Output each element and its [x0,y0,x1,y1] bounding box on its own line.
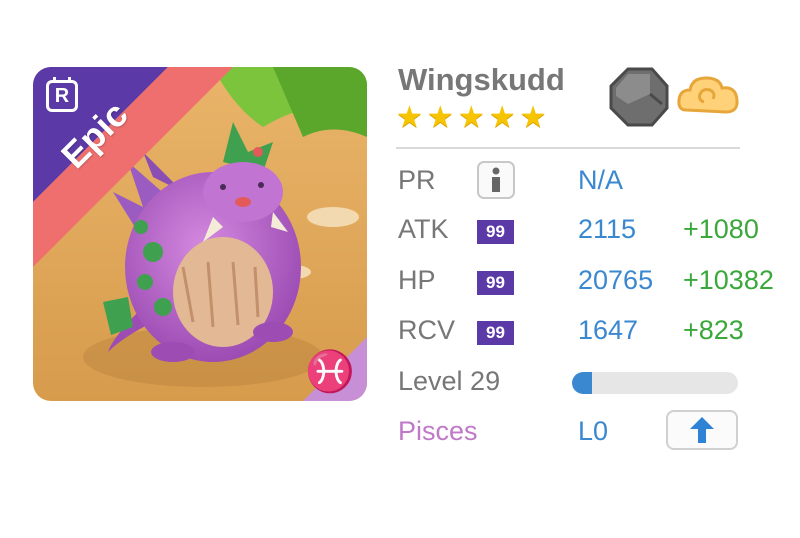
element-icons [608,66,740,128]
hp-label: HP [398,265,436,295]
atk-label: ATK [398,214,449,244]
rcv-label: RCV [398,315,456,345]
pisces-icon: ♓ [305,350,355,394]
level-label: Level 29 [398,366,501,396]
sign-level-value: L0 [578,416,609,446]
monster-portrait[interactable]: R Epic ♓ [33,67,367,401]
stat-row-pr: PR N/A [398,161,798,205]
cloud-swirl-icon [677,76,739,114]
info-button[interactable] [477,161,515,199]
exp-progress-fill [572,372,592,394]
rcv-plus-badge: 99 [477,321,514,345]
hp-bonus: +10382 [683,265,774,295]
stat-row-atk: ATK 99 2115 +1080 [398,214,798,254]
rank-badge: R [46,77,78,112]
info-icon [492,167,500,192]
rcv-value: 1647 [578,315,639,345]
atk-value: 2115 [578,214,637,244]
stat-row-rcv: RCV 99 1647 +823 [398,315,798,355]
monster-name: Wingskudd [398,62,565,97]
pr-label: PR [398,165,436,195]
star-icon: ★ [457,101,485,134]
star-icon: ★ [488,101,516,134]
star-icon: ★ [519,101,547,134]
exp-progress-bar [572,372,738,394]
pr-value: N/A [578,165,624,195]
stone-icon [609,67,669,127]
sign-row: Pisces L0 [398,410,798,456]
stat-row-hp: HP 99 20765 +10382 [398,265,798,305]
divider [396,147,740,149]
star-icon: ★ [396,101,423,134]
rcv-bonus: +823 [683,315,744,345]
upgrade-button[interactable] [666,410,738,450]
star-icon: ★ [426,101,454,134]
star-rating: ★ ★ ★ ★ ★ [396,103,547,133]
level-row: Level 29 [398,366,798,406]
hp-plus-badge: 99 [477,271,514,295]
atk-bonus: +1080 [683,214,759,244]
hp-value: 20765 [578,265,654,295]
zodiac-sign-label: Pisces [398,416,478,446]
atk-plus-badge: 99 [477,220,514,244]
arrow-up-icon [690,417,714,443]
